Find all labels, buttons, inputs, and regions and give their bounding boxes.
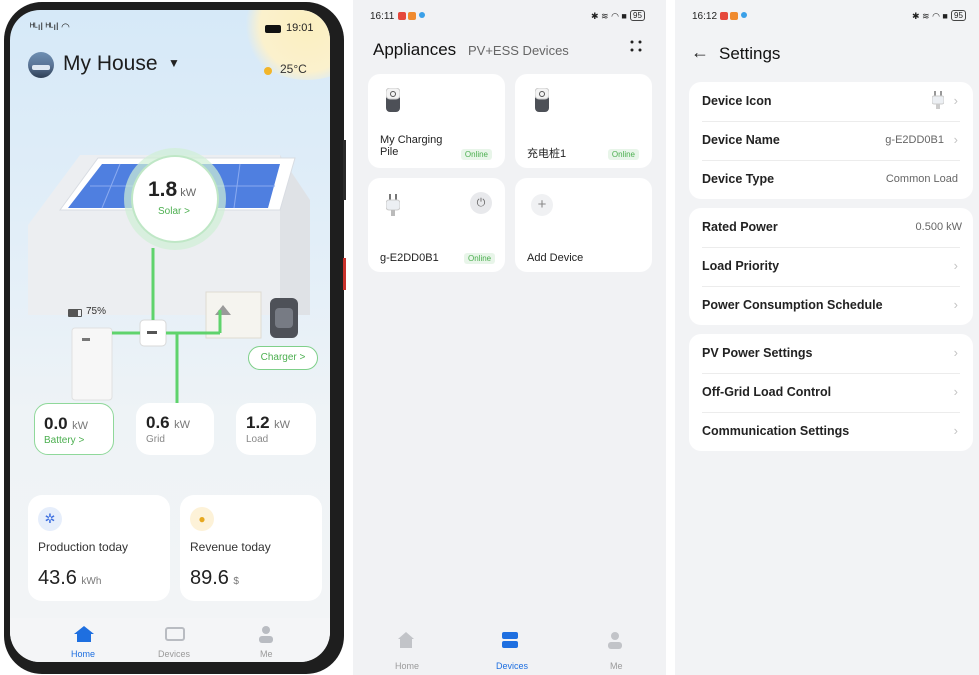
home-screen: ᴴᴸıl ᴴᴸıl ◠ 19:01 My House ▼ 25°C 1.8 kW… — [10, 10, 330, 662]
battery-metric-card[interactable]: 0.0 kW Battery > — [34, 403, 114, 455]
sun-icon — [264, 67, 272, 75]
device-name: 充电桩1 — [527, 148, 567, 160]
load-metric-card[interactable]: 1.2 kW Load — [236, 403, 316, 455]
plug-icon — [931, 91, 945, 109]
chevron-right-icon: › — [953, 132, 958, 147]
page-title: Appliances — [373, 40, 457, 59]
plug-icon — [385, 194, 401, 216]
charger-button[interactable]: Charger > — [248, 346, 318, 370]
settings-group-advanced: PV Power Settings › Off-Grid Load Contro… — [689, 334, 973, 451]
status-time: 19:01 — [286, 22, 314, 34]
coins-icon: ● — [190, 507, 214, 531]
me-nav-icon[interactable] — [259, 625, 273, 643]
home-nav-icon[interactable] — [74, 626, 94, 642]
battery-level-icon — [68, 309, 82, 317]
notification-icon — [741, 12, 747, 18]
chevron-right-icon: › — [953, 345, 958, 360]
device-name: My Charging Pile — [380, 134, 443, 158]
charging-pile-icon — [534, 87, 550, 112]
status-badge: Online — [464, 253, 496, 264]
production-label: Production today — [38, 540, 129, 554]
status-icons: ✱ ≋ ◠ ■ — [912, 11, 948, 21]
house-name[interactable]: My House — [63, 52, 158, 76]
chevron-right-icon: › — [953, 384, 958, 399]
me-nav-icon[interactable] — [608, 631, 622, 649]
battery-status: 95 — [630, 10, 645, 21]
solar-power-value: 1.8 kW — [148, 178, 197, 201]
notification-icon — [730, 12, 738, 20]
notification-icon — [720, 12, 728, 20]
phone-power-button — [343, 258, 346, 290]
settings-screen: 16:12 ✱ ≋ ◠ ■ 95 ← Settings Device Icon … — [675, 0, 979, 675]
rated-power-row[interactable]: Rated Power 0.500 kW — [702, 208, 962, 247]
nav-devices[interactable]: Devices — [496, 661, 528, 671]
notification-icon — [419, 12, 425, 18]
settings-group-device: Device Icon › Device Name g-E2DD0B1 › De… — [689, 82, 973, 199]
chevron-right-icon: › — [953, 423, 958, 438]
production-card[interactable]: ✲ Production today 43.6 kWh — [28, 495, 170, 601]
subtitle[interactable]: PV+ESS Devices — [468, 43, 569, 58]
power-consumption-schedule-row[interactable]: Power Consumption Schedule › — [702, 286, 960, 325]
status-time: 16:12 — [692, 11, 718, 22]
device-card[interactable]: 充电桩1 Online — [515, 74, 652, 168]
device-type-row[interactable]: Device Type Common Load — [702, 160, 960, 199]
device-card[interactable]: ⏻ g-E2DD0B1 Online — [368, 178, 505, 272]
home-nav-icon[interactable] — [398, 632, 414, 648]
chevron-right-icon: › — [953, 297, 958, 312]
settings-group-power: Rated Power 0.500 kW Load Priority › Pow… — [689, 208, 973, 325]
add-device-card[interactable]: + Add Device — [515, 178, 652, 272]
house-avatar[interactable] — [28, 52, 54, 78]
device-name: g-E2DD0B1 — [380, 252, 439, 264]
power-icon[interactable]: ⏻ — [470, 192, 492, 214]
off-grid-load-control-row[interactable]: Off-Grid Load Control › — [702, 373, 960, 412]
battery-percent: 75% — [86, 306, 107, 317]
status-badge: Online — [607, 149, 639, 160]
device-card[interactable]: My Charging Pile Online — [368, 74, 505, 168]
temperature: 25°C — [280, 62, 307, 76]
battery-link: Battery > — [44, 435, 85, 446]
phone-side-button — [343, 140, 346, 200]
chevron-down-icon[interactable]: ▼ — [168, 56, 180, 70]
solar-link[interactable]: Solar > — [158, 206, 190, 217]
pv-power-settings-row[interactable]: PV Power Settings › — [702, 334, 960, 373]
device-name-row[interactable]: Device Name g-E2DD0B1 › — [702, 121, 960, 160]
revenue-label: Revenue today — [190, 540, 271, 554]
communication-settings-row[interactable]: Communication Settings › — [702, 412, 960, 451]
nav-me[interactable]: Me — [610, 661, 623, 671]
back-arrow-icon[interactable]: ← — [691, 42, 709, 63]
load-priority-row[interactable]: Load Priority › — [702, 247, 960, 286]
charging-pile-icon — [385, 87, 401, 112]
add-device-label: Add Device — [527, 252, 584, 264]
nav-me[interactable]: Me — [260, 649, 273, 659]
battery-status-icon — [265, 25, 281, 33]
nav-devices[interactable]: Devices — [158, 649, 190, 659]
status-icons: ✱ ≋ ◠ ■ — [591, 11, 627, 21]
devices-nav-icon[interactable] — [502, 632, 518, 648]
wifi-icon: ◠ — [61, 22, 70, 33]
device-icon-row[interactable]: Device Icon › — [702, 82, 960, 121]
solar-production-icon: ✲ — [38, 507, 62, 531]
devices-screen: 16:11 ✱ ≋ ◠ ■ 95 Appliances PV+ESS Devic… — [353, 0, 666, 675]
add-icon: + — [531, 194, 553, 216]
revenue-card[interactable]: ● Revenue today 89.6 $ — [180, 495, 322, 601]
page-title: Settings — [719, 44, 781, 63]
status-badge: Online — [460, 149, 492, 160]
grid-metric-card[interactable]: 0.6 kW Grid — [136, 403, 214, 455]
battery-unit — [71, 327, 113, 401]
signal-indicator: ᴴᴸıl ᴴᴸıl ◠ — [30, 22, 70, 33]
battery-status: 95 — [951, 10, 966, 21]
notification-icon — [398, 12, 406, 20]
nav-home[interactable]: Home — [395, 661, 419, 671]
notification-icon — [408, 12, 416, 20]
more-icon[interactable] — [629, 39, 643, 53]
nav-home[interactable]: Home — [71, 649, 95, 659]
status-time: 16:11 — [370, 11, 395, 22]
devices-nav-icon[interactable] — [165, 627, 185, 641]
chevron-right-icon: › — [953, 258, 958, 273]
chevron-right-icon: › — [953, 93, 958, 108]
